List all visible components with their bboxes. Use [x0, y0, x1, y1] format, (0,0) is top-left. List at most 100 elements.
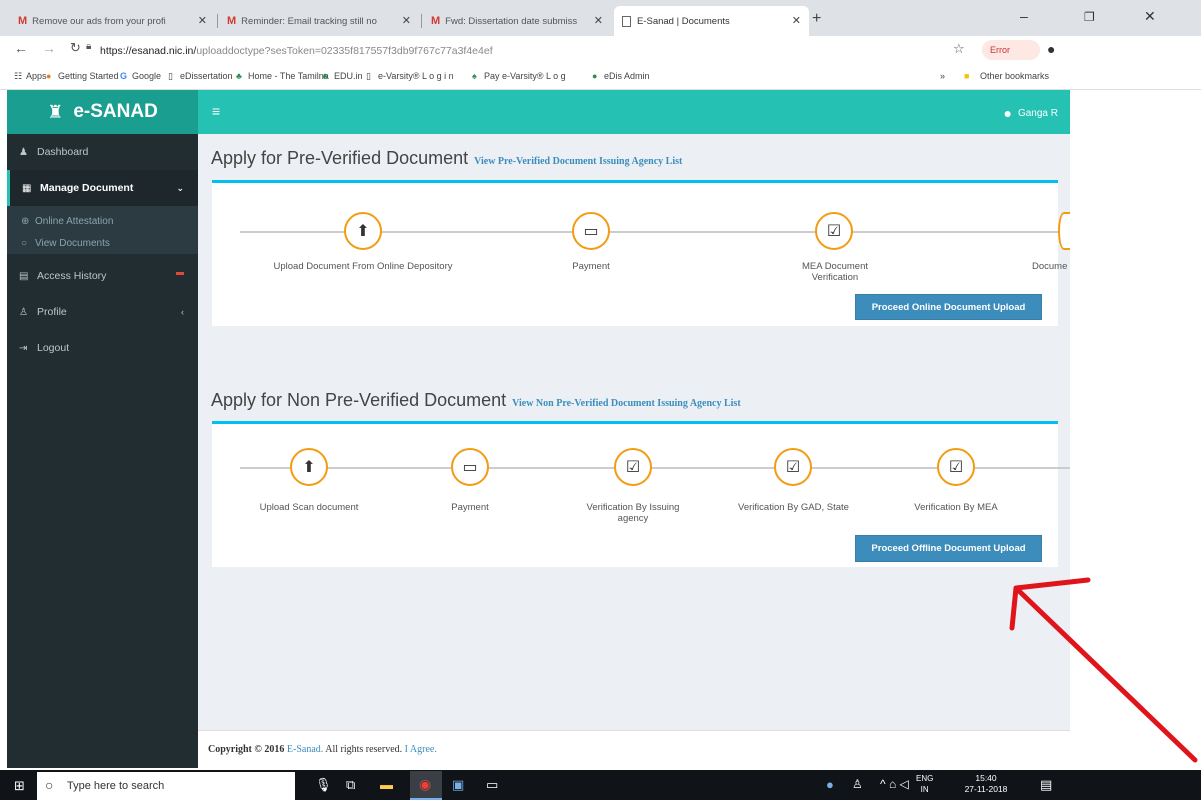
sidebar-item-profile[interactable]: ♙ Profile ‹ — [7, 294, 198, 330]
folder-icon: ■ — [964, 71, 970, 81]
nav-label: Dashboard — [37, 146, 89, 158]
bookmark-item[interactable]: e-Varsity® L o g i n — [378, 71, 454, 81]
bookmark-item[interactable]: eDissertation — [180, 71, 233, 81]
rights-text: All rights reserved. — [325, 744, 403, 755]
app-icon[interactable]: ▣ — [452, 777, 464, 793]
annotation-arrow — [1009, 577, 1198, 763]
user-menu[interactable]: ● Ganga R — [1004, 105, 1059, 121]
sidebar-subitem-online-attestation[interactable]: ⊕ Online Attestation — [7, 206, 198, 232]
step-label: Docume — [1032, 261, 1068, 272]
overflow-icon[interactable]: » — [940, 71, 945, 81]
sidebar-item-access-history[interactable]: ▤ Access History — [7, 258, 198, 294]
tab-title: E-Sanad | Documents — [637, 15, 730, 27]
chevron-left-icon: ‹ — [181, 307, 184, 317]
bookmark-item[interactable]: Home - The Tamilna — [248, 71, 329, 81]
language-indicator[interactable]: ENG IN — [916, 773, 933, 795]
profile-error-chip[interactable]: Error — [982, 40, 1040, 60]
brand-name: e-SANAD — [73, 101, 158, 122]
forward-icon[interactable]: → — [42, 40, 56, 56]
credit-card-icon: ▭ — [572, 212, 610, 250]
clock[interactable]: 15:40 27-11-2018 — [956, 773, 1016, 795]
section-title: Apply for Pre-Verified Document — [211, 148, 469, 168]
google-icon: G — [120, 71, 128, 81]
top-navbar: ≡ ● Ganga R — [198, 90, 1070, 134]
close-icon[interactable]: ✕ — [594, 14, 603, 27]
sign-out-icon: ⇥ — [19, 342, 28, 354]
back-icon[interactable]: ← — [14, 40, 28, 56]
agency-list-link[interactable]: View Pre-Verified Document Issuing Agenc… — [474, 156, 682, 167]
search-icon: ○ — [45, 777, 54, 793]
bookmarks-bar: ☷ Apps ● Getting Started G Google ▯ eDis… — [0, 64, 1201, 90]
agree-link[interactable]: I Agree. — [405, 744, 437, 755]
upload-icon: ⬆ — [290, 448, 328, 486]
bookmark-item[interactable]: Other bookmarks — [980, 71, 1049, 81]
new-tab-button[interactable]: + — [812, 10, 821, 28]
hamburger-icon[interactable]: ≡ — [212, 103, 220, 119]
lang-label: ENG — [916, 774, 934, 783]
sidebar-item-dashboard[interactable]: ♟ Dashboard — [7, 134, 198, 170]
profile-label: Error — [990, 45, 1010, 55]
apps-icon[interactable]: ☷ — [14, 71, 22, 82]
close-icon[interactable]: ✕ — [198, 14, 207, 27]
chrome-taskbar-button[interactable]: ◉ — [410, 771, 442, 800]
maximize-button[interactable]: ❐ — [1084, 10, 1095, 24]
page-icon — [622, 15, 631, 27]
close-icon[interactable]: ✕ — [792, 14, 801, 27]
reload-icon[interactable]: ↻ — [70, 40, 81, 56]
bookmark-item[interactable]: Pay e-Varsity® L o g — [484, 71, 566, 81]
chrome-icon: ◉ — [419, 776, 432, 792]
browser-tab[interactable]: M Fwd: Dissertation date submiss ✕ — [423, 6, 611, 36]
url-path: uploaddoctype?sesToken=02335f817557f3db9… — [196, 45, 493, 57]
browser-tab-active[interactable]: E-Sanad | Documents ✕ — [614, 6, 809, 36]
screen: M Remove our ads from your profi ✕ M Remind… — [0, 0, 1201, 800]
page-icon: ▯ — [366, 71, 371, 81]
sidebar-subitem-view-documents[interactable]: ○ View Documents — [7, 232, 198, 254]
credit-card-icon: ▭ — [451, 448, 489, 486]
url-input[interactable]: https://esanad.nic.in/uploaddoctype?sesT… — [100, 40, 930, 62]
menu-icon[interactable]: ● — [1047, 41, 1055, 57]
agency-list-link[interactable]: View Non Pre-Verified Document Issuing A… — [512, 398, 741, 409]
bookmark-item[interactable]: Getting Started — [58, 71, 119, 81]
task-view-icon[interactable]: ⧉ — [346, 777, 355, 793]
badge — [176, 272, 184, 275]
sidebar-item-logout[interactable]: ⇥ Logout — [7, 330, 198, 366]
minimize-button[interactable]: – — [1020, 8, 1028, 24]
checkbox-icon: ☑ — [774, 448, 812, 486]
mic-icon[interactable]: 🎙︎ — [315, 777, 332, 793]
step-label: Verification By MEA — [914, 502, 998, 513]
proceed-online-upload-button[interactable]: Proceed Online Document Upload — [855, 294, 1042, 320]
footer-brand-link[interactable]: E-Sanad. — [287, 744, 323, 755]
checkbox-icon: ☑ — [815, 212, 853, 250]
browser-tab[interactable]: M Reminder: Email tracking still no ✕ — [219, 6, 419, 36]
bookmark-item[interactable]: eDis Admin — [604, 71, 650, 81]
step-label: MEA Document Verification — [802, 261, 868, 283]
windows-start-icon[interactable]: ⊞ — [14, 778, 25, 794]
lock-icon: 🔒︎ — [86, 41, 92, 52]
close-icon[interactable]: ✕ — [402, 14, 411, 27]
site-icon: ● — [592, 71, 598, 81]
dashboard-icon: ♟ — [19, 146, 28, 158]
globe-icon[interactable]: ● — [826, 777, 834, 792]
sidebar-item-manage-document[interactable]: ▦ Manage Document ⌄ — [7, 170, 198, 206]
date-label: 27-11-2018 — [964, 784, 1008, 794]
bookmark-item[interactable]: EDU.in — [334, 71, 363, 81]
brand-logo[interactable]: ♜ e-SANAD — [7, 90, 198, 134]
step-label: Upload Scan document — [259, 502, 359, 513]
window-close-button[interactable]: ✕ — [1144, 8, 1156, 25]
file-explorer-icon[interactable]: ▬ — [380, 777, 393, 792]
gmail-icon: M — [431, 15, 441, 27]
bookmark-item[interactable]: Apps — [26, 71, 47, 81]
star-icon[interactable]: ☆ — [953, 41, 965, 57]
gmail-icon: M — [227, 15, 237, 27]
circle-icon: ○ — [21, 237, 28, 249]
step-label: Upload Document From Online Depository — [273, 261, 453, 272]
window-icon[interactable]: ▭ — [486, 777, 498, 793]
taskbar-search-input[interactable]: ○ Type here to search — [37, 772, 295, 800]
browser-tab[interactable]: M Remove our ads from your profi ✕ — [10, 6, 215, 36]
user-icon: ● — [1003, 105, 1012, 121]
notification-icon[interactable]: ▤ — [1040, 777, 1052, 793]
bookmark-item[interactable]: Google — [132, 71, 161, 81]
people-icon[interactable]: ♙ — [852, 777, 863, 791]
proceed-offline-upload-button[interactable]: Proceed Offline Document Upload — [855, 535, 1042, 562]
tray-icons[interactable]: ^ ⌂ ◁ — [880, 777, 909, 791]
